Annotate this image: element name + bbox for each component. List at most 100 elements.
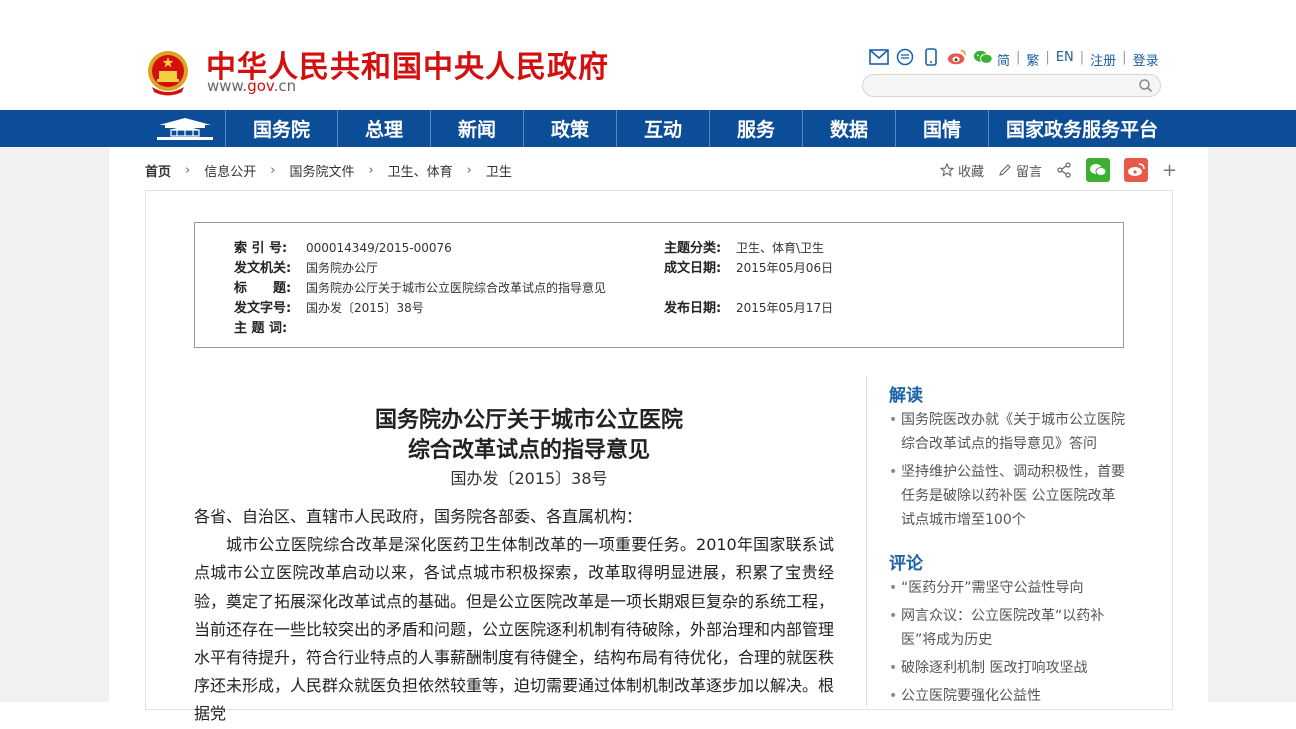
meta-keywords-label: 主 题 词: — [234, 321, 288, 336]
meta-written-date-label: 成文日期: — [664, 261, 722, 276]
interpretation-heading[interactable]: 解读 — [889, 381, 923, 406]
article-doc-number: 国办发〔2015〕38号 — [450, 469, 608, 488]
top-links: 简 | 繁 | EN | 注册 | 登录 — [997, 50, 1159, 69]
meta-publish-date-label: 发布日期: — [664, 301, 722, 316]
nav-item-gov-service-platform[interactable]: 国家政务服务平台 — [989, 110, 1175, 147]
meta-topic: 主题分类: 卫生、体育\卫生 — [664, 237, 824, 256]
document-metadata-box: 索 引 号: 000014349/2015-00076 主题分类: 卫生、体育\卫生… — [194, 222, 1124, 348]
meta-publish-date: 发布日期: 2015年05月17日 — [664, 297, 833, 316]
mobile-icon[interactable] — [921, 48, 941, 66]
meta-index: 索 引 号: 000014349/2015-00076 — [234, 237, 452, 256]
meta-keywords: 主 题 词: — [234, 317, 306, 336]
site-url: www.gov.cn — [207, 77, 296, 95]
meta-publish-date-value: 2015年05月17日 — [736, 301, 834, 315]
article-greeting: 各省、自治区、直辖市人民政府，国务院各部委、各直属机构： — [194, 507, 643, 526]
meta-issuer-label: 发文机关: — [234, 261, 292, 276]
meta-title-value: 国务院办公厅关于城市公立医院综合改革试点的指导意见 — [306, 281, 607, 295]
meta-topic-value: 卫生、体育\卫生 — [736, 241, 825, 255]
nav-home-building-icon[interactable] — [144, 110, 226, 147]
commentary-item[interactable]: 破除逐利机制 医改打响攻坚战 — [889, 656, 1129, 680]
search-icon[interactable] — [1138, 78, 1153, 93]
nav-item-news[interactable]: 新闻 — [431, 110, 524, 147]
nav-item-interaction[interactable]: 互动 — [617, 110, 710, 147]
site-url-domain: gov — [247, 77, 274, 95]
site-url-prefix: www. — [207, 77, 248, 95]
meta-index-label: 索 引 号: — [234, 241, 288, 256]
commentary-heading[interactable]: 评论 — [889, 549, 923, 574]
share-button[interactable] — [1056, 162, 1072, 178]
interpretation-item[interactable]: 坚持维护公益性、调动积极性，首要任务是破除以药补医 公立医院改革试点城市增至10… — [889, 460, 1129, 532]
chevron-right-icon: › — [368, 163, 374, 178]
commentary-item[interactable]: 公立医院要强化公益性 — [889, 684, 1129, 708]
commentary-item[interactable]: “医药分开”需坚守公益性导向 — [889, 576, 1129, 600]
weibo-icon[interactable] — [947, 48, 967, 66]
nav-item-state-council[interactable]: 国务院 — [226, 110, 338, 147]
meta-written-date: 成文日期: 2015年05月06日 — [664, 257, 833, 276]
search-input[interactable] — [862, 74, 1161, 97]
article-title-line2: 综合改革试点的指导意见 — [407, 437, 650, 463]
article-body: 各省、自治区、直辖市人民政府，国务院各部委、各直属机构： 城市公立医院综合改革是… — [194, 503, 834, 729]
comment-label: 留言 — [1016, 164, 1043, 180]
breadcrumb: 首页 › 信息公开 › 国务院文件 › 卫生、体育 › 卫生 — [145, 161, 512, 180]
meta-doc-number-label: 发文字号: — [234, 301, 292, 316]
separator: | — [1016, 50, 1021, 65]
favorite-button[interactable]: 收藏 — [940, 161, 984, 180]
meta-title-label: 标 题: — [234, 281, 292, 296]
nav-item-services[interactable]: 服务 — [710, 110, 803, 147]
main-nav: 国务院 总理 新闻 政策 互动 服务 数据 国情 国家政务服务平台 — [0, 110, 1296, 147]
meta-title: 标 题: 国务院办公厅关于城市公立医院综合改革试点的指导意见 — [234, 277, 606, 296]
nav-item-national-info[interactable]: 国情 — [896, 110, 989, 147]
lang-traditional-link[interactable]: 繁 — [1026, 50, 1039, 69]
share-icon — [1057, 162, 1071, 178]
commentary-list: “医药分开”需坚守公益性导向 网言众议：公立医院改革“以药补医”将成为历史 破除… — [889, 576, 1129, 712]
meta-written-date-value: 2015年05月06日 — [736, 261, 834, 275]
column-divider — [866, 376, 867, 706]
breadcrumb-health-sports[interactable]: 卫生、体育 — [388, 161, 453, 180]
breadcrumb-info-disclosure[interactable]: 信息公开 — [204, 161, 256, 180]
article-paragraph: 城市公立医院综合改革是深化医药卫生体制改革的一项重要任务。2010年国家联系试点… — [194, 535, 835, 724]
meta-issuer-value: 国务院办公厅 — [306, 261, 379, 275]
nav-item-premier[interactable]: 总理 — [338, 110, 431, 147]
register-link[interactable]: 注册 — [1090, 50, 1116, 69]
article-title-line1: 国务院办公厅关于城市公立医院 — [374, 407, 683, 433]
share-toolbar: 收藏 留言 + — [940, 158, 1177, 182]
login-link[interactable]: 登录 — [1133, 50, 1159, 69]
chevron-right-icon: › — [185, 163, 191, 178]
breadcrumb-home[interactable]: 首页 — [145, 161, 171, 180]
more-share-button[interactable]: + — [1162, 160, 1177, 181]
chevron-right-icon: › — [270, 163, 276, 178]
interpretation-item[interactable]: 国务院医改办就《关于城市公立医院综合改革试点的指导意见》答问 — [889, 408, 1129, 456]
favorite-label: 收藏 — [958, 164, 985, 180]
weibo-share-button[interactable] — [1124, 158, 1149, 182]
weibo-icon — [1128, 163, 1145, 176]
site-header: 中华人民共和国中央人民政府 www.gov.cn 简 | 繁 | EN | 注册… — [0, 0, 1296, 110]
wechat-share-button[interactable] — [1086, 158, 1111, 182]
breadcrumb-health[interactable]: 卫生 — [486, 161, 512, 180]
separator: | — [1122, 50, 1127, 65]
lang-simplified-link[interactable]: 简 — [997, 50, 1010, 69]
wechat-icon[interactable] — [973, 48, 993, 66]
separator: | — [1045, 50, 1050, 65]
commentary-item[interactable]: 网言众议：公立医院改革“以药补医”将成为历史 — [889, 604, 1129, 652]
star-icon — [940, 163, 954, 177]
breadcrumb-council-documents[interactable]: 国务院文件 — [289, 161, 354, 180]
lang-english-link[interactable]: EN — [1056, 50, 1074, 69]
meta-topic-label: 主题分类: — [664, 241, 722, 256]
chevron-right-icon: › — [466, 163, 472, 178]
meta-doc-number-value: 国办发〔2015〕38号 — [306, 301, 424, 315]
interpretation-list: 国务院医改办就《关于城市公立医院综合改革试点的指导意见》答问 坚持维护公益性、调… — [889, 408, 1129, 536]
rss-icon[interactable] — [895, 48, 915, 66]
meta-issuer: 发文机关: 国务院办公厅 — [234, 257, 378, 276]
meta-index-value: 000014349/2015-00076 — [306, 241, 452, 255]
nav-item-policy[interactable]: 政策 — [524, 110, 617, 147]
pencil-icon — [999, 164, 1011, 176]
page-margin-left — [0, 147, 108, 702]
national-emblem-logo[interactable] — [146, 47, 190, 97]
wechat-icon — [1090, 164, 1107, 176]
mail-icon[interactable] — [869, 48, 889, 66]
top-icon-bar — [869, 48, 993, 66]
separator: | — [1079, 50, 1085, 65]
comment-button[interactable]: 留言 — [998, 161, 1042, 180]
site-url-suffix: .cn — [273, 77, 297, 95]
nav-item-data[interactable]: 数据 — [803, 110, 896, 147]
